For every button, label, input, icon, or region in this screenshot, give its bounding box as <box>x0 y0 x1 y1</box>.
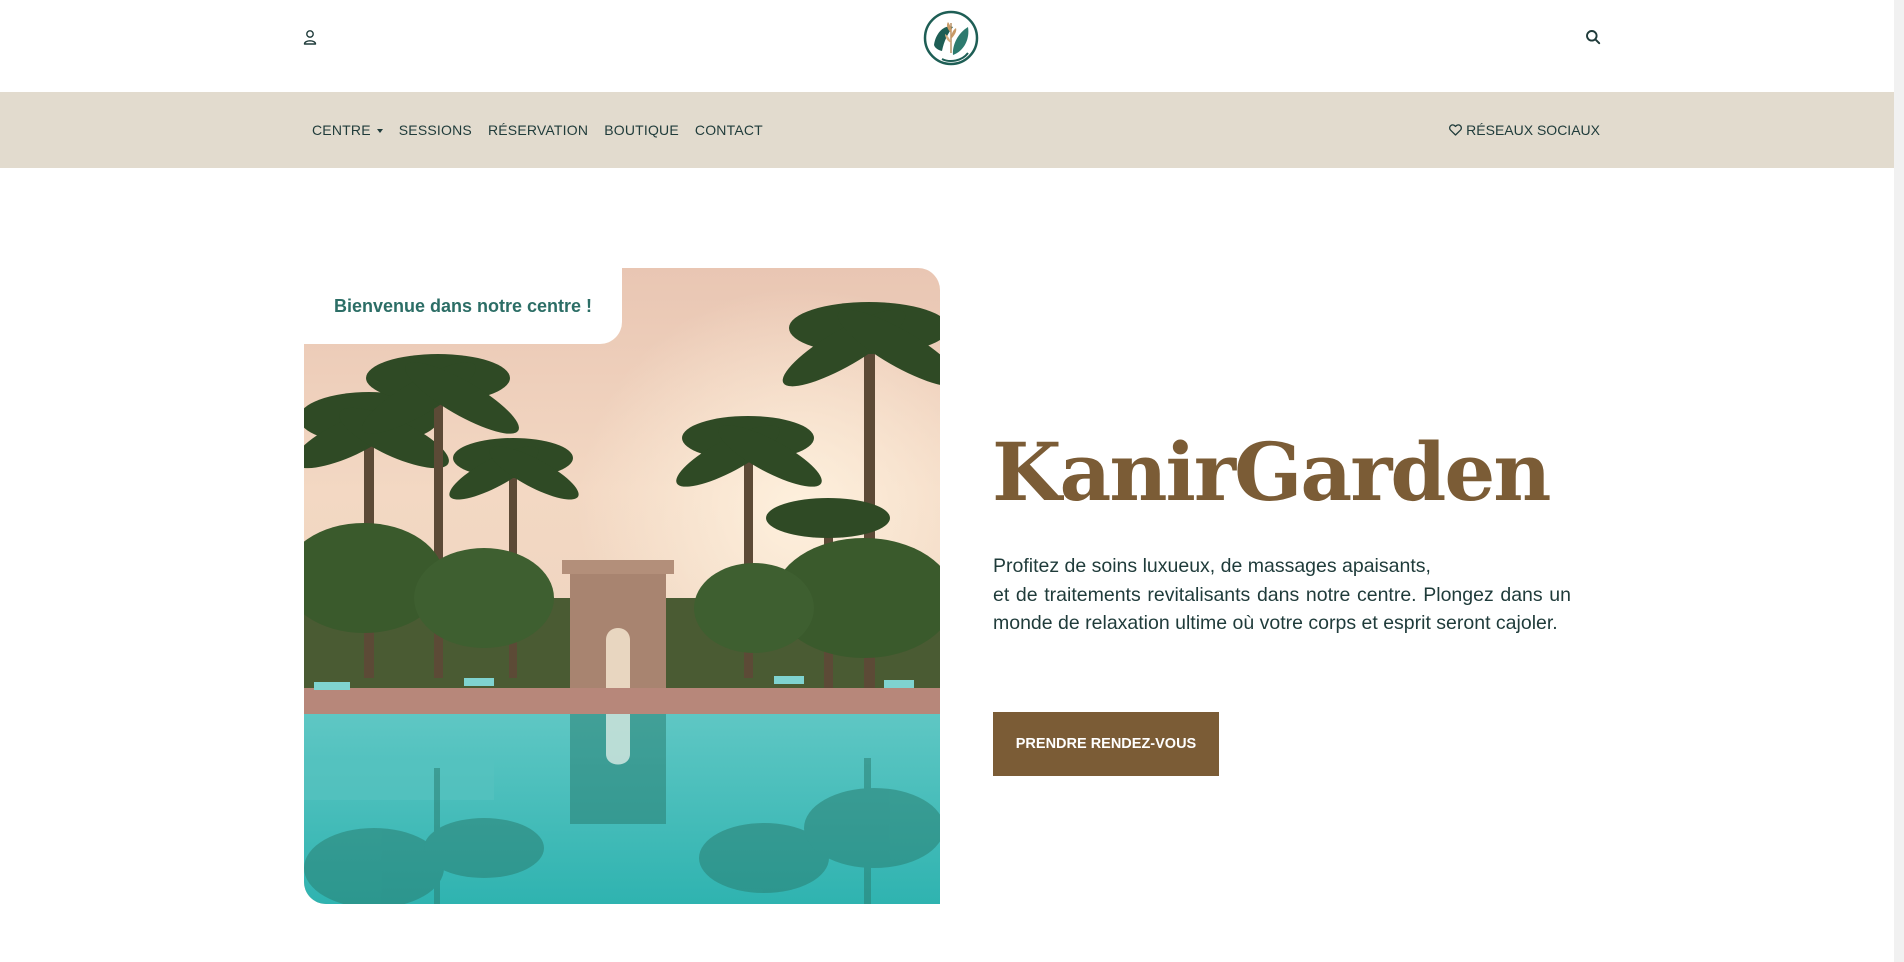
top-header <box>0 0 1904 92</box>
logo[interactable] <box>922 9 980 67</box>
nav-item-centre[interactable]: CENTRE <box>304 122 391 138</box>
nav-menu: CENTRE SESSIONS RÉSERVATION BOUTIQUE CON… <box>304 92 771 168</box>
user-icon[interactable] <box>295 22 325 52</box>
nav-item-label: CONTACT <box>694 122 763 138</box>
nav-item-label: BOUTIQUE <box>604 122 679 138</box>
nav-item-sessions[interactable]: SESSIONS <box>391 122 480 138</box>
hero-description: Profitez de soins luxueux, de massages a… <box>993 552 1571 638</box>
main-navigation: CENTRE SESSIONS RÉSERVATION BOUTIQUE CON… <box>0 92 1904 168</box>
caret-down-icon <box>376 128 383 133</box>
book-appointment-button[interactable]: PRENDRE RENDEZ-VOUS <box>993 712 1219 776</box>
nav-item-label: CENTRE <box>312 122 371 138</box>
nav-item-label: RÉSERVATION <box>487 122 589 138</box>
hero-description-line: Profitez de soins luxueux, de massages a… <box>993 555 1431 577</box>
welcome-tab: Bienvenue dans notre centre ! <box>304 268 622 344</box>
welcome-text: Bienvenue dans notre centre ! <box>333 295 593 316</box>
hero-description-text: et de traitements revitalisants dans not… <box>993 583 1571 635</box>
social-networks-label: RÉSEAUX SOCIAUX <box>1466 122 1600 138</box>
nav-item-label: SESSIONS <box>398 122 472 138</box>
hero-image <box>304 268 940 904</box>
hero-title: KanirGarden <box>992 425 1551 519</box>
nav-item-contact[interactable]: CONTACT <box>687 122 771 138</box>
nav-item-boutique[interactable]: BOUTIQUE <box>596 122 687 138</box>
page-scrollbar[interactable] <box>1894 0 1904 962</box>
nav-item-reservation[interactable]: RÉSERVATION <box>480 122 596 138</box>
social-networks-link[interactable]: RÉSEAUX SOCIAUX <box>1449 92 1600 168</box>
heart-icon <box>1449 124 1463 136</box>
search-icon[interactable] <box>1578 22 1608 52</box>
